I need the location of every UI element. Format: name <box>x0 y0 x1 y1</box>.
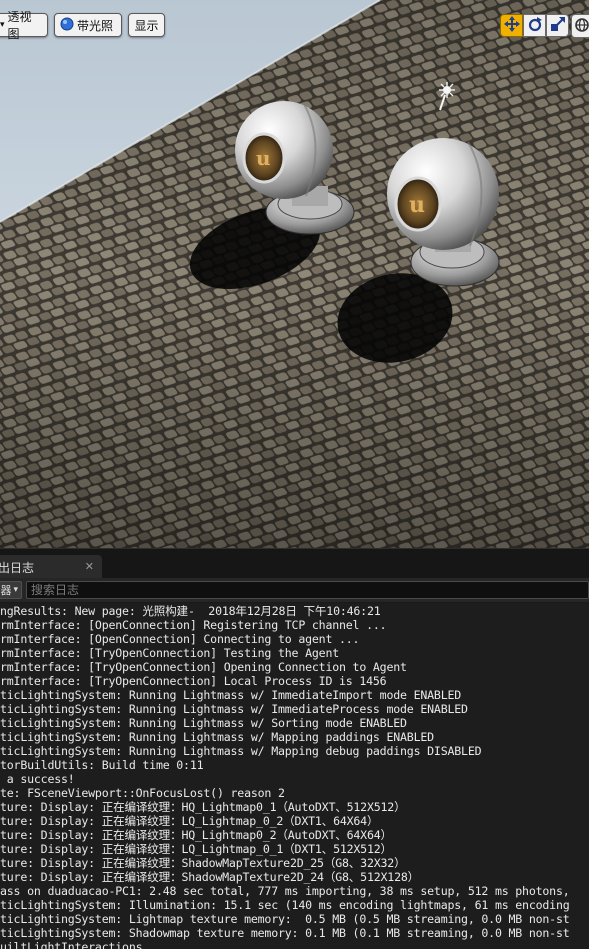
log-line: rmInterface: [TryOpenConnection] Local P… <box>0 674 387 688</box>
rotate-tool-button[interactable] <box>523 14 546 37</box>
world-local-toggle[interactable] <box>571 14 589 38</box>
chevron-down-icon: ▾ <box>0 20 5 30</box>
tab-output-log[interactable]: 出日志 ✕ <box>0 555 102 579</box>
log-toolbar: 器 ▾ <box>0 578 589 602</box>
translate-tool-button[interactable] <box>500 14 523 37</box>
show-label: 显示 <box>134 18 159 33</box>
viewport-scene[interactable]: u u <box>0 0 589 548</box>
lit-mode-button[interactable]: 带光照 <box>54 13 122 37</box>
log-line: a success! <box>0 772 75 786</box>
world-local-icon <box>575 17 589 36</box>
log-line: ture: Display: 正在编译纹理：LQ_Lightmap_0_1（DX… <box>0 842 392 856</box>
log-line: te: FSceneViewport::OnFocusLost() reason… <box>0 786 285 800</box>
filters-label: 器 <box>0 584 12 597</box>
scrollbar[interactable] <box>581 933 589 949</box>
search-log-input[interactable] <box>26 581 589 599</box>
svg-text:u: u <box>409 192 425 218</box>
log-line: ticLightingSystem: Running Lightmass w/ … <box>0 688 462 702</box>
log-line: ture: Display: 正在编译纹理：ShadowMapTexture2D… <box>0 870 420 884</box>
log-line: ticLightingSystem: Running Lightmass w/ … <box>0 730 434 744</box>
log-line: rmInterface: [OpenConnection] Registerin… <box>0 618 387 632</box>
output-log-panel: 出日志 ✕ 器 ▾ ngResults: New page: 光照构建- 201… <box>0 548 589 949</box>
log-line: ture: Display: 正在编译纹理：HQ_Lightmap0_1（Aut… <box>0 800 406 814</box>
move-icon <box>503 15 520 36</box>
log-line: ticLightingSystem: Running Lightmass w/ … <box>0 716 407 730</box>
log-line: ass on duaduacao-PC1: 2.48 sec total, 77… <box>0 884 570 898</box>
log-line: ture: Display: 正在编译纹理：ShadowMapTexture2D… <box>0 856 406 870</box>
log-line: torBuildUtils: Build time 0:11 <box>0 758 204 772</box>
close-icon[interactable]: ✕ <box>85 560 94 573</box>
log-line: ticLightingSystem: Lightmap texture memo… <box>0 912 570 926</box>
perspective-label: 透视图 <box>7 10 32 41</box>
rotate-icon <box>527 16 543 36</box>
log-line: ture: Display: 正在编译纹理：HQ_Lightmap0_2（Aut… <box>0 828 392 842</box>
svg-text:u: u <box>256 146 271 170</box>
lit-sphere-icon <box>60 17 74 34</box>
show-button[interactable]: 显示 <box>128 13 165 37</box>
log-line: rmInterface: [OpenConnection] Connecting… <box>0 632 360 646</box>
log-line: ngResults: New page: 光照构建- 2018年12月28日 下… <box>0 604 381 618</box>
log-line: ticLightingSystem: Illumination: 15.1 se… <box>0 898 570 912</box>
level-viewport[interactable]: u u ▾ 透视图 带光照 显示 <box>0 0 589 548</box>
log-line: ture: Display: 正在编译纹理：LQ_Lightmap_0_2（DX… <box>0 814 379 828</box>
log-lines: ngResults: New page: 光照构建- 2018年12月28日 下… <box>0 604 570 949</box>
log-line: ticLightingSystem: Shadowmap texture mem… <box>0 926 570 940</box>
log-line: rmInterface: [TryOpenConnection] Opening… <box>0 660 407 674</box>
transform-toolbar <box>500 14 569 39</box>
lit-mode-label: 带光照 <box>77 18 114 33</box>
log-line: ticLightingSystem: Running Lightmass w/ … <box>0 702 468 716</box>
chevron-down-icon: ▾ <box>13 585 18 595</box>
log-line: uiltLightInteractions <box>0 940 143 949</box>
log-line: rmInterface: [TryOpenConnection] Testing… <box>0 646 340 660</box>
log-line: ticLightingSystem: Running Lightmass w/ … <box>0 744 482 758</box>
tab-bar: 出日志 ✕ <box>0 548 589 579</box>
scale-icon <box>550 16 566 36</box>
scale-tool-button[interactable] <box>546 14 569 37</box>
tab-label: 出日志 <box>0 560 35 575</box>
log-area[interactable]: ngResults: New page: 光照构建- 2018年12月28日 下… <box>0 603 589 949</box>
filters-button[interactable]: 器 ▾ <box>0 581 22 599</box>
perspective-button[interactable]: ▾ 透视图 <box>0 10 48 41</box>
